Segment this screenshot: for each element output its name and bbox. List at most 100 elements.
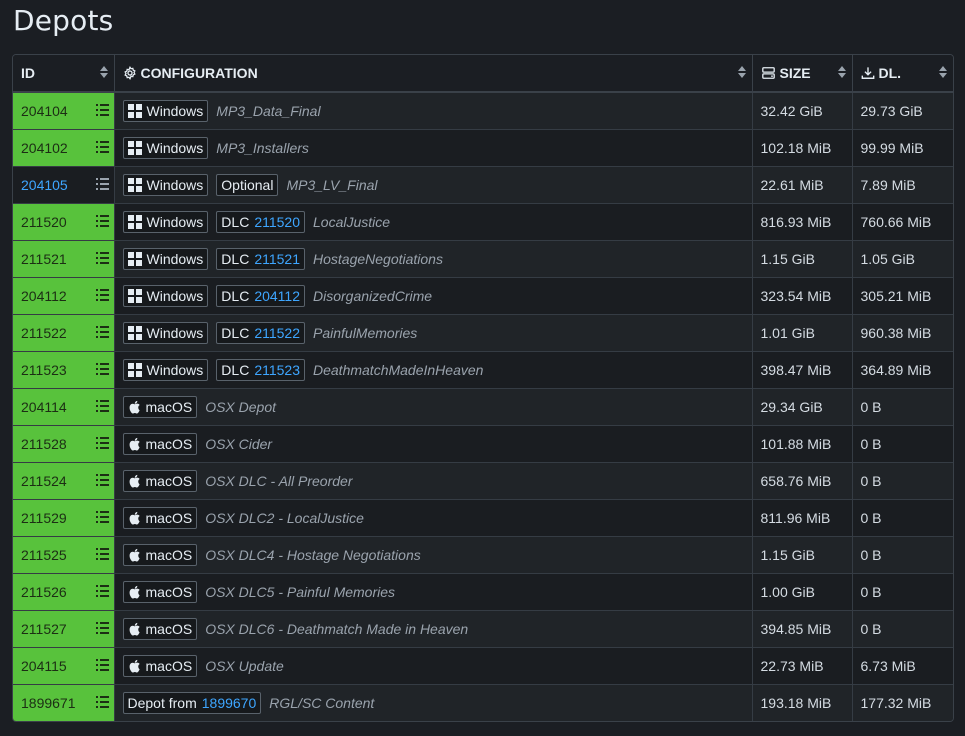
os-badge: Windows [122, 359, 209, 381]
configuration-cell: macOS OSX DLC4 - Hostage Negotiations [114, 536, 753, 574]
size-cell: 22.73 MiB [752, 647, 853, 685]
list-icon[interactable] [95, 622, 109, 634]
depot-id-cell[interactable]: 211523 [13, 351, 115, 389]
configuration-cell: macOS OSX DLC5 - Painful Memories [114, 573, 753, 611]
download-cell: 177.32 MiB [852, 684, 953, 721]
depot-id-cell[interactable]: 204115 [13, 647, 115, 685]
column-header-dl[interactable]: DL. [852, 55, 953, 93]
os-badge: macOS [122, 655, 198, 677]
list-icon[interactable] [95, 474, 109, 486]
table-row[interactable]: 1899671 Depot from 1899670 RGL/SC Content 19… [13, 684, 953, 721]
list-icon[interactable] [95, 363, 109, 375]
depot-id-cell[interactable]: 211529 [13, 499, 115, 537]
os-label: macOS [145, 584, 193, 600]
table-row[interactable]: 211527 macOS OSX DLC6 - Deathmatch Made in… [13, 610, 953, 648]
table-row[interactable]: 211524 macOS OSX DLC - All Preorder 658.76 … [13, 462, 953, 500]
configuration-cell: Depot from 1899670 RGL/SC Content [114, 684, 753, 721]
depot-id: 204114 [21, 399, 67, 415]
table-row[interactable]: 204115 macOS OSX Update 22.73 MiB 6.73 MiB [13, 647, 953, 685]
table-row[interactable]: 211525 macOS OSX DLC4 - Hostage Negotiatio… [13, 536, 953, 574]
os-badge: Windows [122, 137, 209, 159]
depot-id-cell[interactable]: 211520 [13, 203, 115, 241]
depot-badge: Depot from 1899670 [122, 692, 262, 714]
table-row[interactable]: 211523 Windows DLC 211523 DeathmatchMadeInHe… [13, 351, 953, 389]
depot-name: OSX DLC - All Preorder [205, 473, 353, 489]
app-link[interactable]: 211523 [254, 362, 300, 378]
app-link[interactable]: 1899670 [202, 695, 257, 711]
depot-id-cell[interactable]: 204104 [13, 92, 115, 130]
depot-id[interactable]: 204105 [21, 177, 68, 193]
app-link[interactable]: 211522 [254, 325, 300, 341]
depot-id: 211520 [21, 214, 67, 230]
download-cell: 0 B [852, 573, 953, 611]
depot-id-cell[interactable]: 211526 [13, 573, 115, 611]
apple-icon [129, 622, 140, 636]
configuration-cell: macOS OSX DLC - All Preorder [114, 462, 753, 500]
table-row[interactable]: 211526 macOS OSX DLC5 - Painful Memories 1.… [13, 573, 953, 611]
download-cell: 0 B [852, 536, 953, 574]
sort-icon[interactable] [737, 66, 746, 78]
depot-id-cell[interactable]: 211525 [13, 536, 115, 574]
list-icon[interactable] [95, 511, 109, 523]
table-row[interactable]: 204102 Windows MP3_Installers 102.18 MiB 99.… [13, 129, 953, 167]
list-icon[interactable] [95, 548, 109, 560]
list-icon[interactable] [95, 141, 109, 153]
list-icon[interactable] [95, 289, 109, 301]
depot-name: MP3_Installers [216, 140, 309, 156]
list-icon[interactable] [95, 585, 109, 597]
depot-badge: DLC 204112 [216, 285, 305, 307]
table-row[interactable]: 204105 Windows Optional MP3_LV_Final 22.61 M… [13, 166, 953, 204]
depot-name: OSX Depot [205, 399, 277, 415]
list-icon[interactable] [95, 326, 109, 338]
depot-id-cell[interactable]: 211521 [13, 240, 115, 278]
os-label: Windows [146, 325, 204, 341]
depot-id-cell[interactable]: 204112 [13, 277, 115, 315]
column-header-configuration[interactable]: CONFIGURATION [114, 55, 753, 93]
badge-label: DLC [221, 325, 250, 341]
download-cell: 0 B [852, 425, 953, 463]
app-link[interactable]: 211521 [254, 251, 300, 267]
table-row[interactable]: 211528 macOS OSX Cider 101.88 MiB 0 B [13, 425, 953, 463]
column-header-id[interactable]: ID [13, 55, 115, 93]
table-row[interactable]: 211521 Windows DLC 211521 HostageNegotiation… [13, 240, 953, 278]
windows-icon [127, 289, 142, 303]
list-icon[interactable] [95, 400, 109, 412]
depot-id-cell[interactable]: 204105 [13, 166, 115, 204]
depot-id-cell[interactable]: 1899671 [13, 684, 115, 721]
list-icon[interactable] [95, 659, 109, 671]
apple-icon [129, 585, 140, 599]
list-icon[interactable] [95, 178, 109, 190]
sort-icon[interactable] [99, 66, 108, 78]
sort-icon[interactable] [837, 66, 846, 78]
depot-id-cell[interactable]: 211528 [13, 425, 115, 463]
download-cell: 0 B [852, 499, 953, 537]
depot-id: 204112 [21, 288, 67, 304]
depot-id: 204104 [21, 103, 68, 119]
list-icon[interactable] [95, 104, 109, 116]
badge-label: Depot from [127, 695, 197, 711]
list-icon[interactable] [95, 437, 109, 449]
table-row[interactable]: 204112 Windows DLC 204112 DisorganizedCrime 3… [13, 277, 953, 315]
depot-id-cell[interactable]: 211522 [13, 314, 115, 352]
sort-icon[interactable] [939, 66, 947, 78]
app-link[interactable]: 211520 [254, 214, 300, 230]
table-row[interactable]: 204104 Windows MP3_Data_Final 32.42 GiB 29.7… [13, 92, 953, 130]
depot-id-cell[interactable]: 211527 [13, 610, 115, 648]
depot-id-cell[interactable]: 204102 [13, 129, 115, 167]
depot-name: MP3_LV_Final [286, 177, 378, 193]
column-header-dl-label: DL. [878, 65, 902, 81]
table-row[interactable]: 211529 macOS OSX DLC2 - LocalJustice 811.96… [13, 499, 953, 537]
depot-id-cell[interactable]: 211524 [13, 462, 115, 500]
table-row[interactable]: 211520 Windows DLC 211520 LocalJustice 816.93… [13, 203, 953, 241]
table-row[interactable]: 204114 macOS OSX Depot 29.34 GiB 0 B [13, 388, 953, 426]
windows-icon [127, 104, 142, 118]
list-icon[interactable] [95, 696, 109, 708]
depot-id-cell[interactable]: 204114 [13, 388, 115, 426]
app-link[interactable]: 204112 [254, 288, 300, 304]
column-header-size-label: SIZE [779, 65, 811, 81]
column-header-size[interactable]: SIZE [752, 55, 853, 93]
table-row[interactable]: 211522 Windows DLC 211522 PainfulMemories 1.0… [13, 314, 953, 352]
list-icon[interactable] [95, 252, 109, 264]
os-label: Windows [146, 140, 204, 156]
list-icon[interactable] [95, 215, 109, 227]
